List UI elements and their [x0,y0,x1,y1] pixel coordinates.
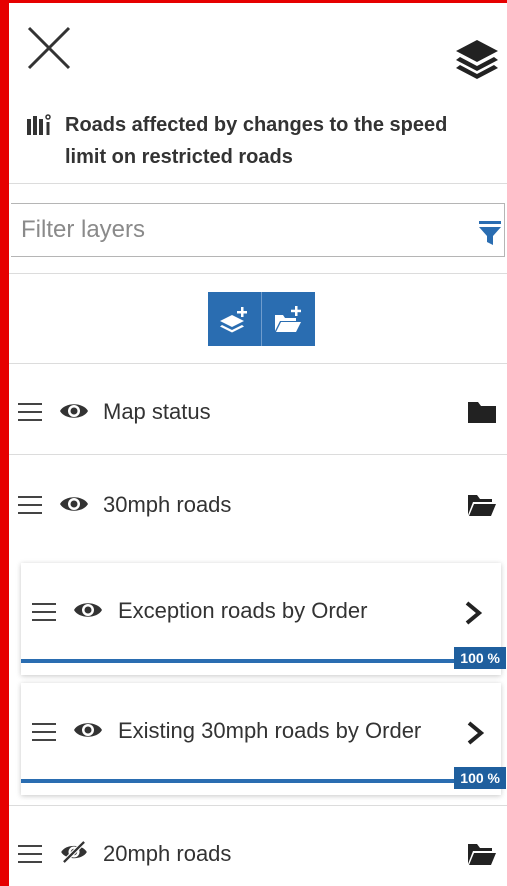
sublayer-card-exception-roads[interactable]: Exception roads by Order 100 % [21,563,506,675]
layer-row-map-status[interactable]: Map status [9,383,507,439]
add-folder-icon [274,306,301,332]
divider [9,183,507,184]
folder-icon[interactable] [467,400,497,424]
drag-handle-icon[interactable] [18,496,42,514]
chevron-right-icon[interactable] [463,601,483,625]
close-icon [27,26,71,70]
filter-input[interactable] [21,214,461,246]
frame-left-border [0,0,9,886]
add-group-button[interactable] [261,292,315,346]
eye-icon[interactable] [59,400,89,422]
add-layer-icon [219,307,247,333]
map-info-icon [27,114,51,135]
sublayer-card-existing-30mph-roads[interactable]: Existing 30mph roads by Order 100 % [21,683,506,795]
filter-icon[interactable] [478,220,502,246]
progress-bar [21,779,493,783]
layer-label: 30mph roads [103,492,232,517]
folder-open-icon[interactable] [467,842,497,866]
divider [9,454,507,455]
folder-open-icon[interactable] [467,493,497,517]
layer-label: Map status [103,399,211,424]
drag-handle-icon[interactable] [32,603,56,621]
sublayer-label: Existing 30mph roads by Order [118,718,422,743]
progress-bar [21,659,493,663]
eye-icon[interactable] [59,493,89,515]
divider [9,273,507,274]
divider [9,805,507,806]
drag-handle-icon[interactable] [32,723,56,741]
layer-row-30mph-roads[interactable]: 30mph roads [9,476,507,532]
progress-badge: 100 % [454,647,506,669]
filter-box [11,203,505,257]
layers-icon [456,40,498,79]
add-layer-button[interactable] [208,292,261,346]
eye-slash-icon[interactable] [59,841,89,863]
drag-handle-icon[interactable] [18,403,42,421]
layers-button[interactable] [454,38,500,80]
layer-row-20mph-roads[interactable]: 20mph roads [9,825,507,881]
eye-icon[interactable] [73,599,103,621]
layer-panel: Roads affected by changes to the speed l… [9,3,507,886]
close-button[interactable] [26,25,72,71]
eye-icon[interactable] [73,719,103,741]
add-button-group [208,292,316,346]
drag-handle-icon[interactable] [18,845,42,863]
sublayer-label: Exception roads by Order [118,598,368,623]
layer-label: 20mph roads [103,841,232,866]
panel-title: Roads affected by changes to the speed l… [65,114,448,168]
divider [9,363,507,364]
progress-badge: 100 % [454,767,506,789]
chevron-right-icon[interactable] [465,721,485,745]
